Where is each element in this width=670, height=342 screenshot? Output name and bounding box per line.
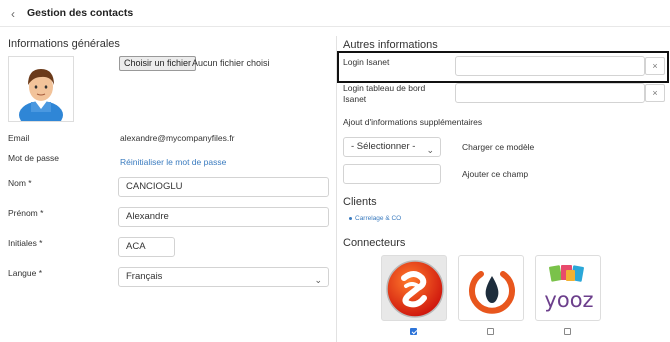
- login-isanet-field[interactable]: [455, 56, 645, 76]
- file-status: Aucun fichier choisi: [192, 58, 270, 68]
- other-section-title: Autres informations: [343, 39, 438, 51]
- langue-select[interactable]: Français ⌄: [118, 267, 329, 287]
- login-isanet-label: Login Isanet: [343, 57, 390, 67]
- clear-login-tableau-button[interactable]: ×: [645, 84, 665, 102]
- connector-power-checkbox[interactable]: [487, 328, 494, 335]
- prenom-label: Prénom *: [8, 208, 44, 218]
- clear-login-isanet-button[interactable]: ×: [645, 57, 665, 75]
- nom-field[interactable]: CANCIOGLU: [118, 177, 329, 197]
- close-icon: ×: [652, 88, 658, 98]
- connecteurs-section-title: Connecteurs: [343, 237, 406, 249]
- user-avatar-icon: [19, 69, 63, 129]
- login-tableau-label: Login tableau de bord Isanet: [343, 83, 425, 105]
- power-drop-logo-icon: [469, 271, 515, 314]
- general-section-title: Informations générales: [8, 38, 120, 50]
- connector-isanet-checkbox[interactable]: [410, 328, 417, 335]
- template-select[interactable]: - Sélectionner - ⌄: [343, 137, 441, 157]
- template-select-value: - Sélectionner -: [351, 141, 416, 152]
- connector-isanet[interactable]: [381, 255, 447, 321]
- client-name: Carrelage & CO: [355, 215, 402, 222]
- charger-modele-action[interactable]: Charger ce modèle: [462, 142, 534, 152]
- connector-yooz[interactable]: yooz: [535, 255, 601, 321]
- connector-yooz-checkbox[interactable]: [564, 328, 571, 335]
- isanet-logo-icon: [386, 260, 444, 318]
- top-bar: ‹ Gestion des contacts: [0, 0, 670, 27]
- page-title: Gestion des contacts: [27, 7, 134, 19]
- password-label: Mot de passe: [8, 153, 60, 163]
- chevron-down-icon: ⌄: [314, 275, 322, 285]
- choose-file-button[interactable]: Choisir un fichier: [119, 56, 197, 71]
- yooz-label: yooz: [544, 288, 594, 312]
- login-tableau-label-line1: Login tableau de bord: [343, 83, 426, 93]
- login-tableau-label-line2: Isanet: [343, 94, 367, 104]
- ajout-label: Ajout d'informations supplémentaires: [343, 117, 483, 127]
- initiales-label: Initiales *: [8, 238, 43, 248]
- reset-password-link[interactable]: Réinitialiser le mot de passe: [120, 157, 226, 167]
- chevron-down-icon: ⌄: [426, 145, 434, 155]
- langue-value: Français: [126, 271, 163, 282]
- langue-label: Langue *: [8, 268, 43, 278]
- new-field-input[interactable]: [343, 164, 441, 184]
- bullet-icon: [349, 216, 352, 220]
- close-icon: ×: [652, 61, 658, 71]
- initiales-field[interactable]: ACA: [118, 237, 175, 257]
- avatar: [8, 56, 74, 129]
- connector-power[interactable]: [458, 255, 524, 321]
- chevron-left-icon[interactable]: ‹: [11, 7, 15, 21]
- clients-section-title: Clients: [343, 196, 377, 208]
- login-tableau-field[interactable]: [455, 83, 645, 103]
- list-item[interactable]: Carrelage & CO: [349, 215, 401, 222]
- email-value: alexandre@mycompanyfiles.fr: [120, 133, 235, 143]
- email-label: Email: [8, 133, 30, 143]
- nom-label: Nom *: [8, 178, 32, 188]
- ajouter-champ-action[interactable]: Ajouter ce champ: [462, 169, 528, 179]
- prenom-field[interactable]: Alexandre: [118, 207, 329, 227]
